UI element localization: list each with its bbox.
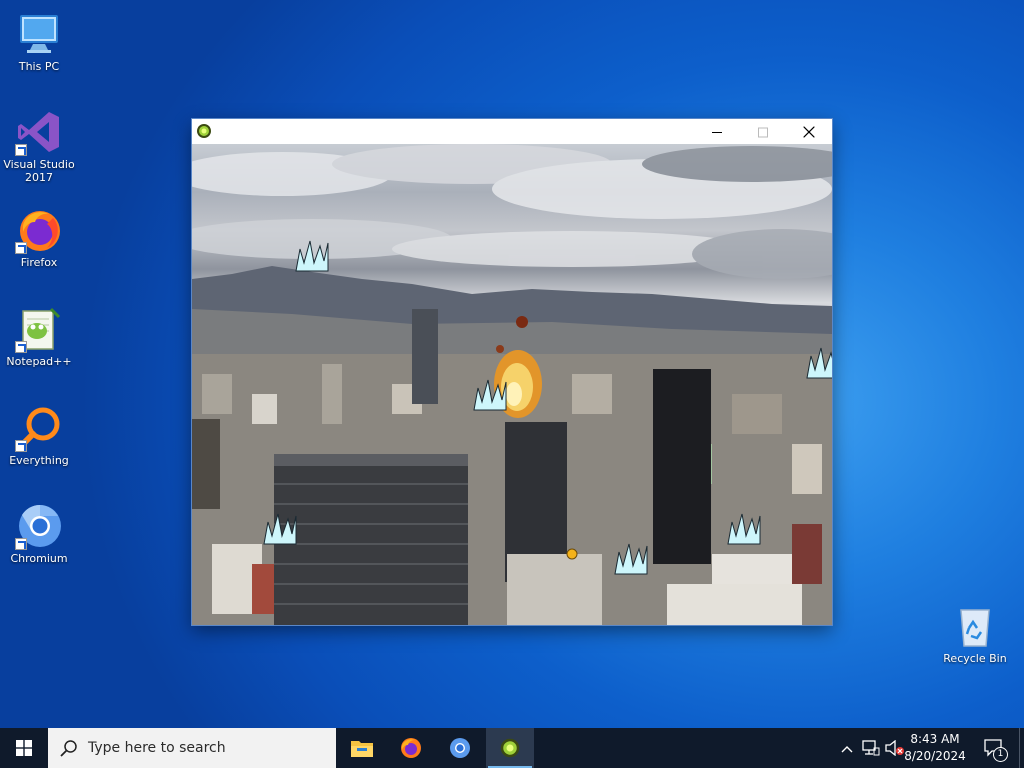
network-icon[interactable] (862, 740, 880, 760)
this-pc-icon (15, 10, 63, 58)
desktop-icon-recycle-bin[interactable]: Recycle Bin (937, 602, 1013, 665)
taskbar-game-app[interactable] (486, 728, 534, 768)
close-icon (803, 122, 815, 141)
desktop-icon-label: Chromium (10, 552, 68, 565)
desktop-icon-visual-studio[interactable]: Visual Studio 2017 (1, 108, 77, 184)
game-window[interactable] (192, 119, 832, 625)
tower-right (653, 369, 711, 564)
visual-studio-icon (15, 108, 63, 156)
everything-icon (15, 404, 63, 452)
shortcut-arrow-icon (15, 440, 27, 452)
search-input[interactable]: Type here to search (48, 728, 336, 768)
firefox-icon (400, 737, 422, 763)
shortcut-arrow-icon (15, 242, 27, 254)
notification-count-badge: 1 (993, 747, 1008, 762)
minimize-icon (712, 122, 722, 141)
shortcut-arrow-icon (15, 144, 27, 156)
taskbar: Type here to search 8:43 AM 8/20/2024 1 (0, 728, 1024, 768)
clock-date: 8/20/2024 (904, 749, 966, 763)
desktop-icon-notepadpp[interactable]: Notepad++ (1, 305, 77, 368)
shortcut-arrow-icon (15, 538, 27, 550)
volume-muted-icon[interactable] (885, 739, 905, 760)
desktop-icon-label: Firefox (20, 256, 58, 269)
tower-tall-left (412, 309, 438, 404)
game-canvas[interactable] (192, 144, 832, 625)
minimize-button[interactable] (694, 119, 740, 144)
coin-sprite (566, 548, 578, 560)
building-bottom-center (507, 554, 602, 625)
close-button[interactable] (786, 119, 832, 144)
building-bottom-right (667, 584, 802, 625)
search-placeholder: Type here to search (88, 740, 226, 756)
desktop-icon-label: Everything (9, 454, 69, 467)
action-center-button[interactable]: 1 (976, 728, 1016, 768)
chromium-icon (449, 737, 471, 763)
desktop-icon-label: Visual Studio 2017 (3, 158, 75, 184)
windows-logo-icon (16, 740, 32, 760)
game-app-icon (196, 123, 212, 139)
game-scene (192, 144, 832, 625)
game-app-icon (499, 737, 521, 763)
taskbar-clock[interactable]: 8:43 AM 8/20/2024 (903, 731, 967, 765)
desktop-icon-label: Notepad++ (6, 355, 72, 368)
taskbar-file-explorer[interactable] (338, 728, 386, 768)
search-icon (60, 739, 78, 761)
taskbar-firefox[interactable] (387, 728, 435, 768)
start-button[interactable] (0, 728, 48, 768)
desktop-icon-label: Recycle Bin (943, 652, 1007, 665)
clock-time: 8:43 AM (910, 732, 960, 746)
tower-foreground (274, 454, 468, 625)
desktop-icon-firefox[interactable]: Firefox (1, 206, 77, 269)
desktop-icon-everything[interactable]: Everything (1, 404, 77, 467)
recycle-bin-icon (951, 602, 999, 650)
maximize-icon (758, 122, 768, 141)
desktop-icon-this-pc[interactable]: This PC (1, 10, 77, 73)
shortcut-arrow-icon (15, 341, 27, 353)
desktop-icon-chromium[interactable]: Chromium (1, 502, 77, 565)
cloud-layer (192, 144, 832, 279)
tower-left-edge (192, 419, 220, 509)
file-explorer-icon (351, 738, 373, 762)
show-hidden-icons-chevron-icon[interactable] (840, 741, 854, 760)
chromium-icon (15, 502, 63, 550)
desktop-icon-label: This PC (18, 60, 60, 73)
show-desktop-button[interactable] (1019, 728, 1024, 768)
firefox-icon (15, 206, 63, 254)
desktop: This PC Visual Studio 2017 Firefox Notep… (0, 0, 1024, 728)
taskbar-chromium[interactable] (436, 728, 484, 768)
maximize-button[interactable] (740, 119, 786, 144)
title-bar[interactable] (192, 119, 832, 144)
notepadpp-icon (15, 305, 63, 353)
